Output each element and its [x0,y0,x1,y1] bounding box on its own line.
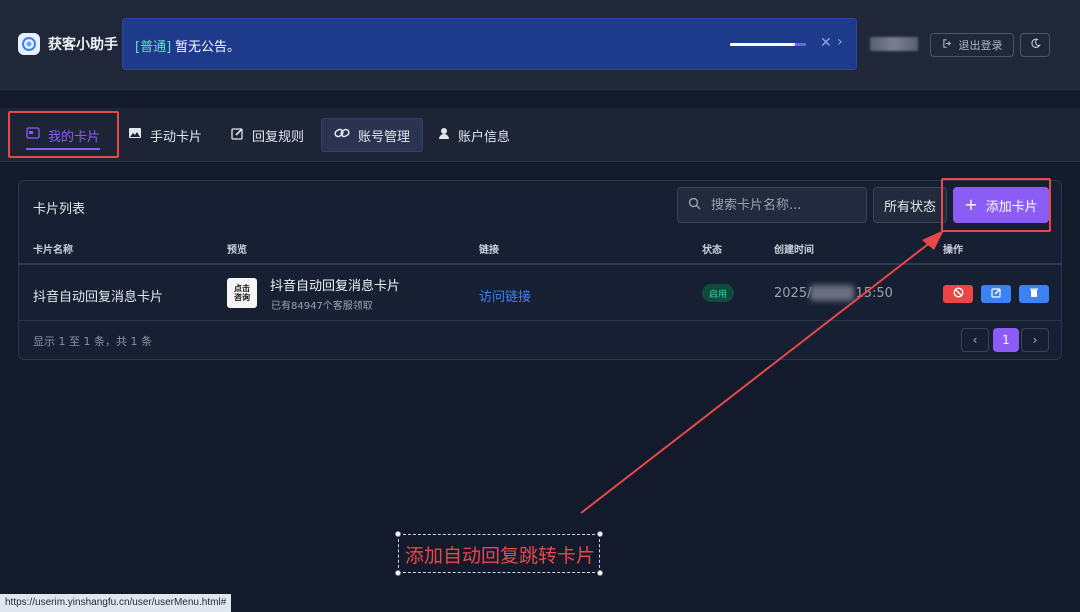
panel-title: 卡片列表 [33,202,86,217]
card-list-panel: 卡片列表 所有状态 + 添加卡片 卡片名称 预览 链接 状态 创建时间 操作 抖… [18,180,1062,360]
thumb-text: 点击 [234,284,250,293]
status-badge: 启用 [702,284,734,302]
edit-icon [231,127,244,144]
brand[interactable]: 获客小助手 [18,33,118,55]
disable-button[interactable] [943,285,973,303]
tab-label: 账户信息 [458,129,511,145]
tab-label: 手动卡片 [150,129,203,145]
link-icon [334,127,350,143]
thumb-text: 咨询 [234,293,250,302]
chevron-right-icon[interactable]: › [837,34,843,50]
image-icon [128,127,142,143]
brand-logo-icon [18,33,40,55]
announcement-tag: [普通] [135,40,172,55]
annotation-handle[interactable] [597,531,603,537]
preview-title: 抖音自动回复消息卡片 [270,279,401,294]
column-header-link: 链接 [479,245,499,256]
card-preview-thumbnail[interactable]: 点击 咨询 [227,278,257,308]
search-input[interactable] [711,197,851,213]
delete-button[interactable] [1019,285,1049,303]
main-tabs: 我的卡片 手动卡片 回复规则 账号管理 账户信息 [0,108,1080,162]
status-bar-url: https://userim.yinshangfu.cn/user/userMe… [0,594,232,612]
announcement-text: 暂无公告。 [175,40,241,55]
preview-subtitle: 已有84947个客服领取 [271,301,373,312]
pagination-summary: 显示 1 至 1 条，共 1 条 [33,335,152,348]
column-header-created: 创建时间 [774,245,814,256]
trash-icon [1029,287,1039,301]
annotation-handle[interactable] [597,570,603,576]
annotation-handle[interactable] [395,531,401,537]
logout-button[interactable]: 退出登录 [930,33,1014,57]
user-name-blurred [870,37,918,51]
column-header-status: 状态 [702,245,722,256]
created-time-suffix: 15:50 [855,286,893,301]
annotation-handle[interactable] [395,570,401,576]
tab-account-info[interactable]: 账户信息 [426,118,522,152]
tab-label: 回复规则 [252,129,305,145]
chevron-right-icon: › [1032,333,1038,347]
status-filter-select[interactable]: 所有状态 [873,187,947,223]
annotation-text: 添加自动回复跳转卡片 [405,545,596,567]
tab-reply-rules[interactable]: 回复规则 [219,118,316,152]
highlight-frame-add-button [941,178,1051,232]
page-number-button[interactable]: 1 [993,328,1019,352]
tab-account-management[interactable]: 账号管理 [321,118,424,152]
edit-icon [990,287,1002,301]
user-icon [438,127,450,144]
announcement-progress-fill [730,43,795,46]
chevron-left-icon: ‹ [972,333,978,347]
edit-button[interactable] [981,285,1011,303]
theme-toggle-button[interactable] [1020,33,1050,57]
created-time-prefix: 2025/ [774,286,812,301]
column-header-name: 卡片名称 [33,245,73,256]
highlight-frame-tab [8,111,119,158]
ban-icon [952,287,964,301]
column-header-preview: 预览 [227,245,247,256]
search-icon [688,197,701,214]
visit-link[interactable]: 访问链接 [479,286,531,305]
announcement-progress [730,43,806,46]
column-header-actions: 操作 [943,245,963,256]
moon-icon [1030,38,1041,52]
next-page-button[interactable]: › [1021,328,1049,352]
brand-name: 获客小助手 [48,37,118,53]
created-time-blurred [810,285,854,301]
tab-manual-cards[interactable]: 手动卡片 [116,118,214,152]
card-name: 抖音自动回复消息卡片 [33,290,164,305]
logout-icon [942,38,953,52]
table-row: 抖音自动回复消息卡片 点击 咨询 抖音自动回复消息卡片 已有84947个客服领取… [19,265,1061,321]
close-icon[interactable]: ✕ [820,35,832,51]
previous-page-button[interactable]: ‹ [961,328,989,352]
logout-label: 退出登录 [958,39,1003,52]
search-box[interactable] [677,187,867,223]
announcement-bar: [普通] 暂无公告。 ✕ › [122,18,857,70]
top-header: 获客小助手 [普通] 暂无公告。 ✕ › 退出登录 [0,0,1080,90]
tab-label: 账号管理 [358,129,411,145]
